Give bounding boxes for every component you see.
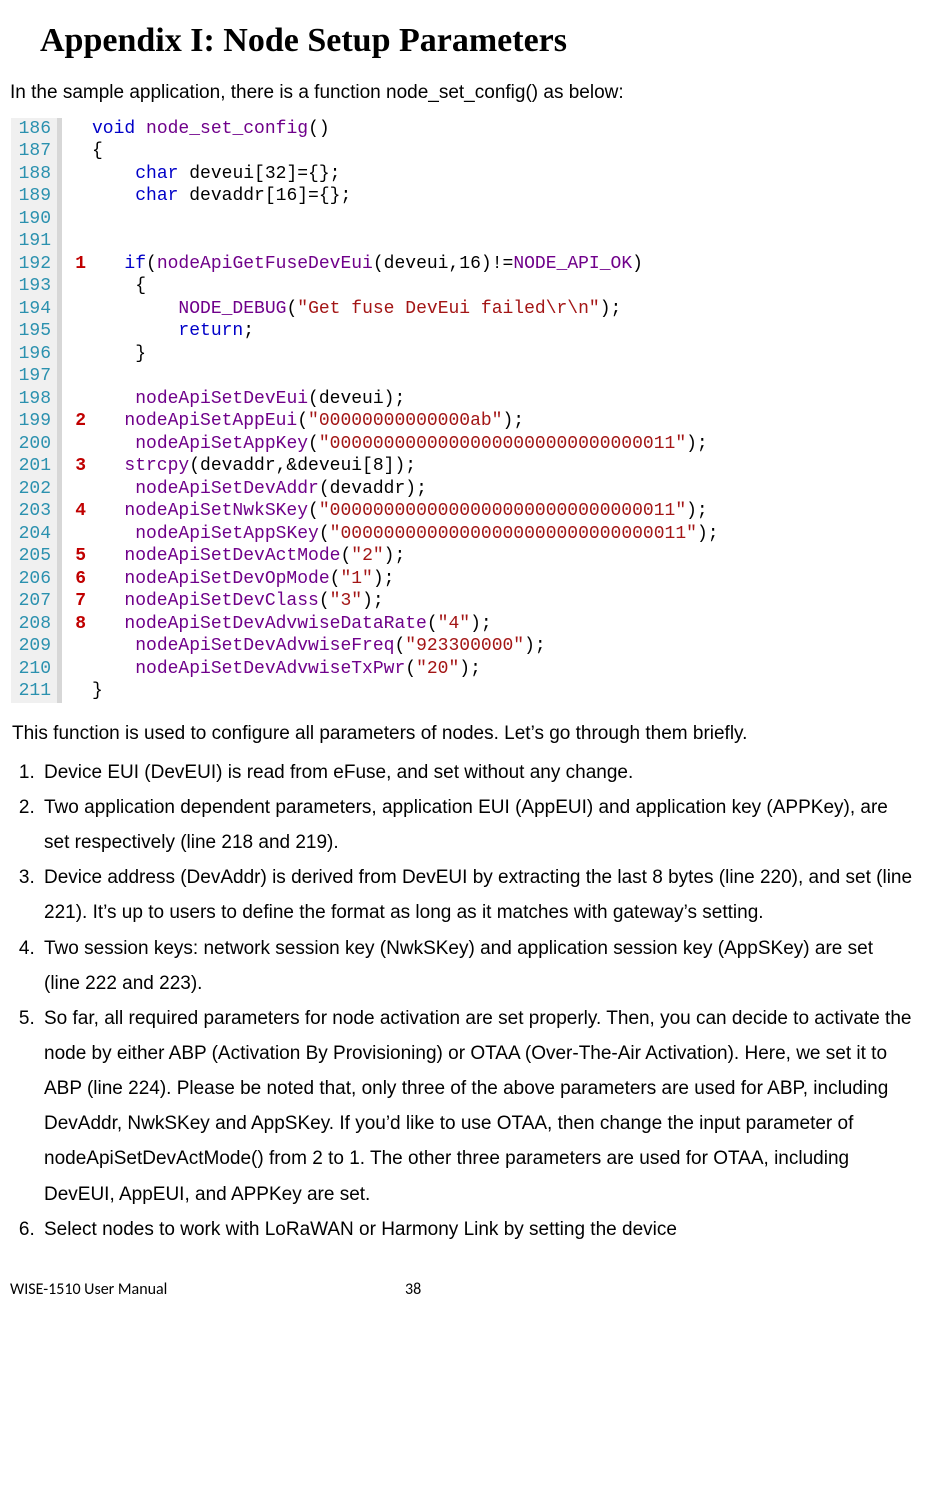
list-item: Device EUI (DevEUI) is read from eFuse, … bbox=[40, 755, 913, 790]
body-paragraph: This function is used to configure all p… bbox=[12, 716, 913, 751]
code-line: 209 nodeApiSetDevAdvwiseFreq("923300000"… bbox=[11, 635, 912, 658]
intro-paragraph: In the sample application, there is a fu… bbox=[10, 78, 913, 108]
code-line: 2055 nodeApiSetDevActMode("2"); bbox=[11, 545, 912, 568]
code-line: 202 nodeApiSetDevAddr(devaddr); bbox=[11, 478, 912, 501]
page-title: Appendix I: Node Setup Parameters bbox=[40, 14, 913, 68]
code-line: 2088 nodeApiSetDevAdvwiseDataRate("4"); bbox=[11, 613, 912, 636]
code-line: 1921 if(nodeApiGetFuseDevEui(deveui,16)!… bbox=[11, 253, 912, 276]
code-line: 190 bbox=[11, 208, 912, 231]
code-line: 188 char deveui[32]={}; bbox=[11, 163, 912, 186]
code-line: 196 } bbox=[11, 343, 912, 366]
footer-doc-title: WISE-1510 User Manual bbox=[10, 1277, 167, 1303]
code-line: 186void node_set_config() bbox=[11, 118, 912, 141]
list-item: Two application dependent parameters, ap… bbox=[40, 790, 913, 860]
parameter-list: Device EUI (DevEUI) is read from eFuse, … bbox=[12, 755, 913, 1247]
list-item: So far, all required parameters for node… bbox=[40, 1001, 913, 1212]
code-line: 197 bbox=[11, 365, 912, 388]
code-line: 200 nodeApiSetAppKey("000000000000000000… bbox=[11, 433, 912, 456]
code-line: 189 char devaddr[16]={}; bbox=[11, 185, 912, 208]
code-line: 2077 nodeApiSetDevClass("3"); bbox=[11, 590, 912, 613]
code-line: 1992 nodeApiSetAppEui("00000000000000ab"… bbox=[11, 410, 912, 433]
list-item: Device address (DevAddr) is derived from… bbox=[40, 860, 913, 930]
code-line: 2034 nodeApiSetNwkSKey("0000000000000000… bbox=[11, 500, 912, 523]
list-item: Select nodes to work with LoRaWAN or Har… bbox=[40, 1212, 913, 1247]
code-line: 194 NODE_DEBUG("Get fuse DevEui failed\r… bbox=[11, 298, 912, 321]
code-line: 2066 nodeApiSetDevOpMode("1"); bbox=[11, 568, 912, 591]
footer-page-number: 38 bbox=[405, 1277, 421, 1303]
code-line: 195 return; bbox=[11, 320, 912, 343]
page-footer: WISE-1510 User Manual 38 bbox=[10, 1277, 913, 1303]
code-line: 191 bbox=[11, 230, 912, 253]
list-item: Two session keys: network session key (N… bbox=[40, 931, 913, 1001]
code-line: 210 nodeApiSetDevAdvwiseTxPwr("20"); bbox=[11, 658, 912, 681]
code-snippet: 186void node_set_config()187{188 char de… bbox=[10, 115, 913, 706]
code-line: 193 { bbox=[11, 275, 912, 298]
code-line: 2013 strcpy(devaddr,&deveui[8]); bbox=[11, 455, 912, 478]
code-line: 211} bbox=[11, 680, 912, 703]
code-line: 187{ bbox=[11, 140, 912, 163]
code-line: 204 nodeApiSetAppSKey("00000000000000000… bbox=[11, 523, 912, 546]
code-line: 198 nodeApiSetDevEui(deveui); bbox=[11, 388, 912, 411]
